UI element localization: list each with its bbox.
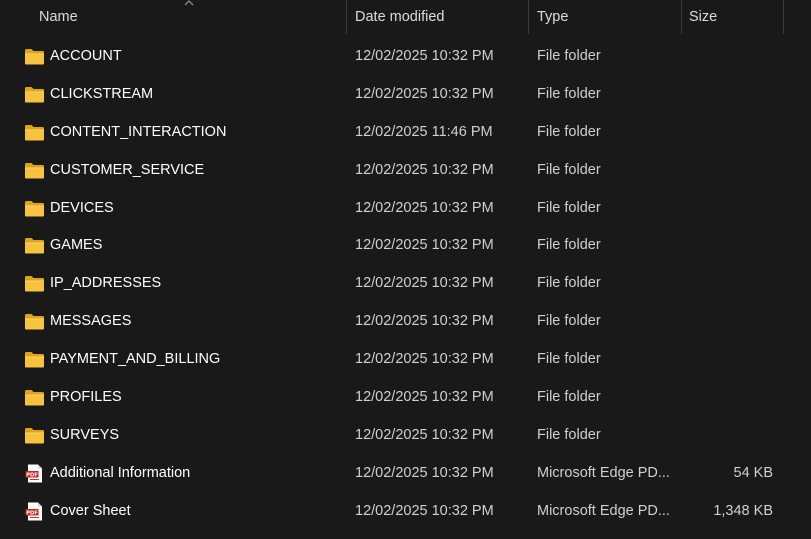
svg-text:PDF: PDF bbox=[26, 472, 38, 478]
file-size: 54 KB bbox=[733, 464, 774, 481]
file-type: File folder bbox=[537, 85, 601, 102]
file-size bbox=[690, 227, 773, 265]
file-type: File folder bbox=[537, 237, 601, 254]
file-name: CONTENT_INTERACTION bbox=[50, 123, 227, 140]
pdf-icon: PDF bbox=[24, 502, 45, 521]
file-row[interactable]: DEVICES 12/02/2025 10:32 PM File folder bbox=[0, 190, 811, 228]
file-date-modified: 12/02/2025 10:32 PM bbox=[355, 275, 494, 292]
column-divider[interactable] bbox=[783, 0, 784, 34]
file-date-modified: 12/02/2025 10:32 PM bbox=[355, 389, 494, 406]
file-date-modified: 12/02/2025 10:32 PM bbox=[355, 85, 494, 102]
column-header-type[interactable]: Type bbox=[537, 0, 677, 34]
file-type: File folder bbox=[537, 426, 601, 443]
folder-icon bbox=[24, 350, 45, 369]
file-name: MESSAGES bbox=[50, 313, 132, 330]
file-list: ACCOUNT 12/02/2025 10:32 PM File folder CL… bbox=[0, 38, 811, 531]
file-row[interactable]: ACCOUNT 12/02/2025 10:32 PM File folder bbox=[0, 38, 811, 76]
file-date-modified: 12/02/2025 10:32 PM bbox=[355, 351, 494, 368]
column-divider[interactable] bbox=[528, 0, 529, 34]
file-type: File folder bbox=[537, 123, 601, 140]
file-name: PROFILES bbox=[50, 389, 122, 406]
folder-icon bbox=[24, 426, 45, 445]
file-row[interactable]: SURVEYS 12/02/2025 10:32 PM File folder bbox=[0, 417, 811, 455]
file-type: File folder bbox=[537, 351, 601, 368]
folder-icon bbox=[24, 388, 45, 407]
file-size: 1,348 KB bbox=[713, 502, 773, 519]
file-name: IP_ADDRESSES bbox=[50, 275, 162, 292]
file-type: File folder bbox=[537, 161, 601, 178]
file-size bbox=[690, 379, 773, 417]
file-size bbox=[690, 417, 773, 455]
file-size bbox=[690, 38, 773, 76]
file-date-modified: 12/02/2025 10:32 PM bbox=[355, 237, 494, 254]
column-divider[interactable] bbox=[346, 0, 347, 34]
file-name: ACCOUNT bbox=[50, 48, 122, 64]
column-header-size-label: Size bbox=[689, 9, 718, 25]
file-size bbox=[690, 152, 773, 190]
file-type: Microsoft Edge PD... bbox=[537, 502, 670, 519]
file-type: File folder bbox=[537, 275, 601, 292]
file-row[interactable]: PDF Additional Information 12/02/2025 10:… bbox=[0, 455, 811, 493]
folder-icon bbox=[24, 199, 45, 218]
folder-icon bbox=[24, 236, 45, 255]
folder-icon bbox=[24, 274, 45, 293]
column-divider[interactable] bbox=[681, 0, 682, 34]
file-date-modified: 12/02/2025 10:32 PM bbox=[355, 502, 494, 519]
folder-icon bbox=[24, 47, 45, 66]
file-row[interactable]: MESSAGES 12/02/2025 10:32 PM File folder bbox=[0, 303, 811, 341]
folder-icon bbox=[24, 123, 45, 142]
file-size bbox=[690, 341, 773, 379]
file-type: File folder bbox=[537, 389, 601, 406]
file-name: SURVEYS bbox=[50, 426, 120, 443]
file-row[interactable]: CONTENT_INTERACTION 12/02/2025 11:46 PM Fi… bbox=[0, 114, 811, 152]
folder-icon bbox=[24, 312, 45, 331]
file-row[interactable]: CLICKSTREAM 12/02/2025 10:32 PM File folde… bbox=[0, 76, 811, 114]
file-row[interactable]: PAYMENT_AND_BILLING 12/02/2025 10:32 PM Fi… bbox=[0, 341, 811, 379]
file-date-modified: 12/02/2025 10:32 PM bbox=[355, 313, 494, 330]
file-row[interactable]: PDF Cover Sheet 12/02/2025 10:32 PM Micros… bbox=[0, 493, 811, 531]
file-date-modified: 12/02/2025 11:46 PM bbox=[355, 123, 493, 140]
file-name: Additional Information bbox=[50, 464, 191, 481]
column-header-date-label: Date modified bbox=[355, 9, 445, 25]
file-date-modified: 12/02/2025 10:32 PM bbox=[355, 464, 494, 481]
column-header-bar: Name Date modified Type Size bbox=[0, 0, 811, 34]
file-date-modified: 12/02/2025 10:32 PM bbox=[355, 48, 494, 64]
file-name: CLICKSTREAM bbox=[50, 85, 154, 102]
file-row[interactable]: CUSTOMER_SERVICE 12/02/2025 10:32 PM File … bbox=[0, 152, 811, 190]
file-type: Microsoft Edge PD... bbox=[537, 464, 670, 481]
file-row[interactable]: GAMES 12/02/2025 10:32 PM File folder bbox=[0, 227, 811, 265]
column-header-name-label: Name bbox=[39, 9, 78, 25]
file-type: File folder bbox=[537, 199, 601, 216]
folder-icon bbox=[24, 161, 45, 180]
file-type: File folder bbox=[537, 48, 601, 64]
column-header-date-modified[interactable]: Date modified bbox=[355, 0, 525, 34]
file-size bbox=[690, 190, 773, 228]
file-name: CUSTOMER_SERVICE bbox=[50, 161, 205, 178]
file-size bbox=[690, 114, 773, 152]
file-date-modified: 12/02/2025 10:32 PM bbox=[355, 199, 494, 216]
file-name: GAMES bbox=[50, 237, 103, 254]
file-row[interactable]: PROFILES 12/02/2025 10:32 PM File folder bbox=[0, 379, 811, 417]
sort-ascending-icon bbox=[184, 0, 194, 6]
column-header-type-label: Type bbox=[537, 9, 569, 25]
file-name: DEVICES bbox=[50, 199, 114, 216]
file-date-modified: 12/02/2025 10:32 PM bbox=[355, 426, 494, 443]
file-name: PAYMENT_AND_BILLING bbox=[50, 351, 221, 368]
svg-text:PDF: PDF bbox=[26, 510, 38, 516]
file-size bbox=[690, 265, 773, 303]
file-date-modified: 12/02/2025 10:32 PM bbox=[355, 161, 494, 178]
file-size bbox=[690, 303, 773, 341]
folder-icon bbox=[24, 85, 45, 104]
file-name: Cover Sheet bbox=[50, 502, 131, 519]
file-size bbox=[690, 76, 773, 114]
file-type: File folder bbox=[537, 313, 601, 330]
column-header-size[interactable]: Size bbox=[689, 0, 779, 34]
file-row[interactable]: IP_ADDRESSES 12/02/2025 10:32 PM File fold… bbox=[0, 265, 811, 303]
pdf-icon: PDF bbox=[24, 464, 45, 483]
